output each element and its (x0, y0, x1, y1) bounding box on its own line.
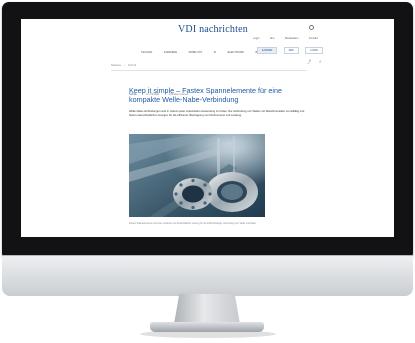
nav-item-ki[interactable]: KI (214, 51, 216, 54)
site-header: VDI nachrichten Login Abo Mediadaten Kon… (21, 19, 394, 64)
monitor: VDI nachrichten Login Abo Mediadaten Kon… (0, 0, 415, 343)
monitor-stand-foot (150, 322, 264, 332)
article-lead: Welle-Nabe-Verbindungen sind in nahezu j… (129, 110, 305, 118)
article-headline: Keep it simple – Fastex Spannelemente fü… (129, 86, 283, 104)
breadcrumb-home[interactable]: Startseite (111, 64, 121, 67)
site-logo[interactable]: VDI nachrichten (178, 24, 248, 35)
nav-item-technik[interactable]: TECHNIK (141, 51, 152, 54)
breadcrumb-separator: › (124, 64, 125, 67)
monitor-stand-neck (174, 294, 240, 324)
screen: VDI nachrichten Login Abo Mediadaten Kon… (21, 19, 394, 237)
facebook-icon[interactable]: f (319, 59, 320, 64)
hero-image-drawing (129, 134, 265, 217)
monitor-chin (2, 255, 413, 296)
article-image-caption: Fastex Spannelemente sind eine einfache … (129, 223, 257, 225)
search-icon[interactable] (309, 25, 314, 30)
share-icon[interactable]: ⤴ (307, 59, 311, 64)
nav-item-mobilitaet[interactable]: MOBILITÄT (189, 51, 203, 54)
nav-item-karriere[interactable]: KARRIERE (164, 51, 177, 54)
header-divider (111, 70, 307, 71)
breadcrumb: Startseite › Technik (111, 64, 136, 67)
abo-button[interactable]: ABO (283, 47, 299, 54)
epaper-button[interactable]: E-PAPER (257, 47, 278, 54)
article-hero-image (129, 134, 265, 217)
breadcrumb-technik[interactable]: Technik (128, 64, 136, 67)
social-icons: ⤴ f (303, 50, 321, 68)
nav-item-elektronik[interactable]: ELEKTRONIK (228, 51, 244, 54)
